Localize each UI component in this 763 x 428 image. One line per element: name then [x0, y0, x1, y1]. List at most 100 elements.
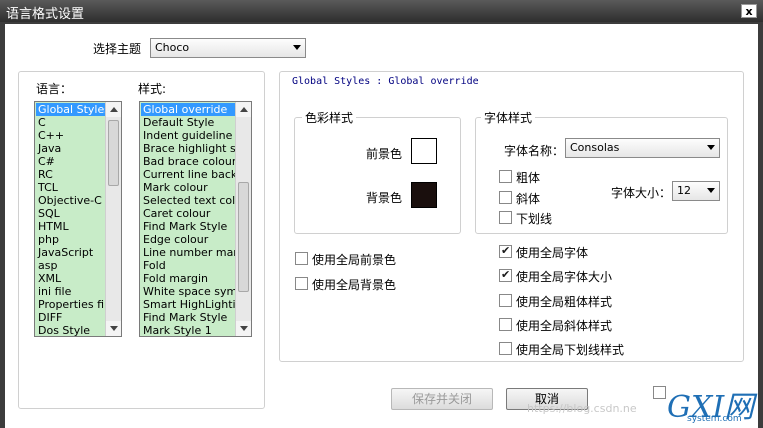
chevron-down-icon [293, 45, 301, 50]
style-list-item[interactable]: Default Style [141, 116, 235, 129]
language-list-item[interactable]: DIFF [36, 311, 105, 324]
use-global-underline-label: 使用全局下划线样式 [516, 343, 625, 357]
foreground-color-swatch[interactable] [411, 138, 437, 164]
language-list-item[interactable]: JavaScript [36, 246, 105, 259]
font-size-select[interactable]: 12 [672, 181, 720, 201]
use-global-font-label: 使用全局字体 [516, 246, 589, 260]
use-global-font-size-checkbox[interactable] [499, 268, 512, 282]
use-global-bold-checkbox[interactable] [499, 294, 512, 307]
use-global-fg-checkbox[interactable] [295, 252, 308, 265]
logo-subtext: system.com [687, 414, 742, 424]
language-list-item[interactable]: RC [36, 168, 105, 181]
font-style-title: 字体样式 [481, 109, 536, 126]
font-style-group: 字体样式 字体名称： Consolas 粗体 斜体 下划线 字体大小： 12 [475, 109, 728, 234]
language-list-item[interactable]: Properties file [36, 298, 105, 311]
language-list-item[interactable]: C# [36, 155, 105, 168]
scroll-up-icon[interactable] [106, 102, 121, 117]
language-style-panel: 语言： 样式: Global Styles C C++ Java C# RC TCL Obje… [18, 71, 265, 409]
language-list-item[interactable]: ini file [36, 285, 105, 298]
language-list-item[interactable]: Dos Style [36, 324, 105, 336]
font-name-label: 字体名称： [504, 144, 565, 158]
font-name-select[interactable]: Consolas [565, 138, 720, 158]
use-global-font-checkbox[interactable] [499, 244, 512, 258]
style-list-item[interactable]: Line number margin [141, 246, 235, 259]
language-list-item[interactable]: XML [36, 272, 105, 285]
language-list-item[interactable]: SQL [36, 207, 105, 220]
language-list-item[interactable]: Java [36, 142, 105, 155]
style-list-item[interactable]: Global override [141, 103, 235, 116]
scroll-thumb[interactable] [238, 182, 249, 292]
bold-label: 粗体 [516, 171, 541, 185]
style-list[interactable]: Global override Default Style Indent guide… [139, 101, 252, 337]
colour-style-title: 色彩样式 [302, 109, 357, 126]
style-list-item[interactable]: Find Mark Style [141, 220, 235, 233]
italic-checkbox[interactable] [499, 191, 512, 204]
style-list-scrollbar[interactable] [235, 102, 251, 336]
language-list-item[interactable]: php [36, 233, 105, 246]
watermark-url: https://blog.csdn.ne [527, 402, 637, 415]
use-global-bold-label: 使用全局粗体样式 [516, 295, 613, 309]
font-size-value: 12 [677, 184, 691, 197]
chevron-down-icon [707, 145, 715, 150]
style-list-item[interactable]: Edge colour [141, 233, 235, 246]
use-global-italic-checkbox[interactable] [499, 318, 512, 331]
use-global-font-size-label: 使用全局字体大小 [516, 270, 613, 284]
foreground-label: 前景色 [366, 147, 403, 161]
style-list-item[interactable]: White space symbol [141, 285, 235, 298]
language-list-item[interactable]: Objective-C [36, 194, 105, 207]
theme-value: Choco [155, 41, 190, 54]
close-icon[interactable]: x [741, 4, 757, 18]
language-list-item[interactable]: HTML [36, 220, 105, 233]
dialog-window: 语言格式设置 x 选择主题 Choco 语言： 样式: Global Style… [0, 0, 763, 428]
language-list-item[interactable]: C++ [36, 129, 105, 142]
language-list-item[interactable]: C [36, 116, 105, 129]
chevron-down-icon [707, 188, 715, 193]
language-list-item[interactable]: TCL [36, 181, 105, 194]
style-list-item[interactable]: Current line background [141, 168, 235, 181]
language-list[interactable]: Global Styles C C++ Java C# RC TCL Objective-C S… [34, 101, 122, 337]
background-label: 背景色 [366, 191, 403, 205]
title-bar[interactable]: 语言格式设置 x [0, 0, 763, 22]
style-list-item[interactable]: Caret colour [141, 207, 235, 220]
font-size-label: 字体大小： [611, 186, 672, 200]
use-global-bg-label: 使用全局背景色 [312, 278, 397, 292]
style-list-item[interactable]: Selected text colour [141, 194, 235, 207]
colour-style-group: 色彩样式 前景色 背景色 [294, 109, 461, 234]
style-list-item[interactable]: Indent guideline style [141, 129, 235, 142]
window-title: 语言格式设置 [6, 7, 85, 22]
style-list-item[interactable]: Smart HighLighting [141, 298, 235, 311]
style-breadcrumb: Global Styles : Global override [292, 76, 479, 87]
font-name-value: Consolas [570, 141, 620, 154]
language-list-scrollbar[interactable] [105, 102, 121, 336]
theme-select[interactable]: Choco [150, 38, 306, 58]
style-list-item[interactable]: Brace highlight style [141, 142, 235, 155]
style-list-item[interactable]: Mark colour [141, 181, 235, 194]
scroll-down-icon[interactable] [236, 321, 251, 336]
use-global-fg-label: 使用全局前景色 [312, 253, 397, 267]
scroll-up-icon[interactable] [236, 102, 251, 117]
background-color-swatch[interactable] [411, 182, 437, 208]
dialog-client: 选择主题 Choco 语言： 样式: Global Styles C C++ Java… [5, 24, 758, 428]
underline-label: 下划线 [516, 212, 553, 226]
style-header: 样式: [138, 82, 167, 96]
style-list-item[interactable]: Bad brace colour [141, 155, 235, 168]
scroll-down-icon[interactable] [106, 321, 121, 336]
language-header: 语言： [36, 82, 73, 96]
use-global-bg-checkbox[interactable] [295, 277, 308, 290]
language-list-item[interactable]: Global Styles [36, 103, 105, 116]
use-global-italic-label: 使用全局斜体样式 [516, 319, 613, 333]
style-list-item[interactable]: Fold [141, 259, 235, 272]
watermark-logo: GXI网 system.com [665, 386, 758, 428]
style-list-item[interactable]: Find Mark Style [141, 311, 235, 324]
bold-checkbox[interactable] [499, 170, 512, 183]
theme-label: 选择主题 [93, 42, 142, 56]
italic-label: 斜体 [516, 192, 541, 206]
style-list-item[interactable]: Fold margin [141, 272, 235, 285]
style-list-item[interactable]: Mark Style 1 [141, 324, 235, 336]
use-global-underline-checkbox[interactable] [499, 342, 512, 355]
underline-checkbox[interactable] [499, 211, 512, 224]
save-close-button[interactable]: 保存并关闭 [391, 388, 493, 410]
language-list-item[interactable]: asp [36, 259, 105, 272]
scroll-thumb[interactable] [108, 120, 119, 186]
style-detail-panel: Global Styles : Global override 色彩样式 前景色… [279, 71, 744, 362]
